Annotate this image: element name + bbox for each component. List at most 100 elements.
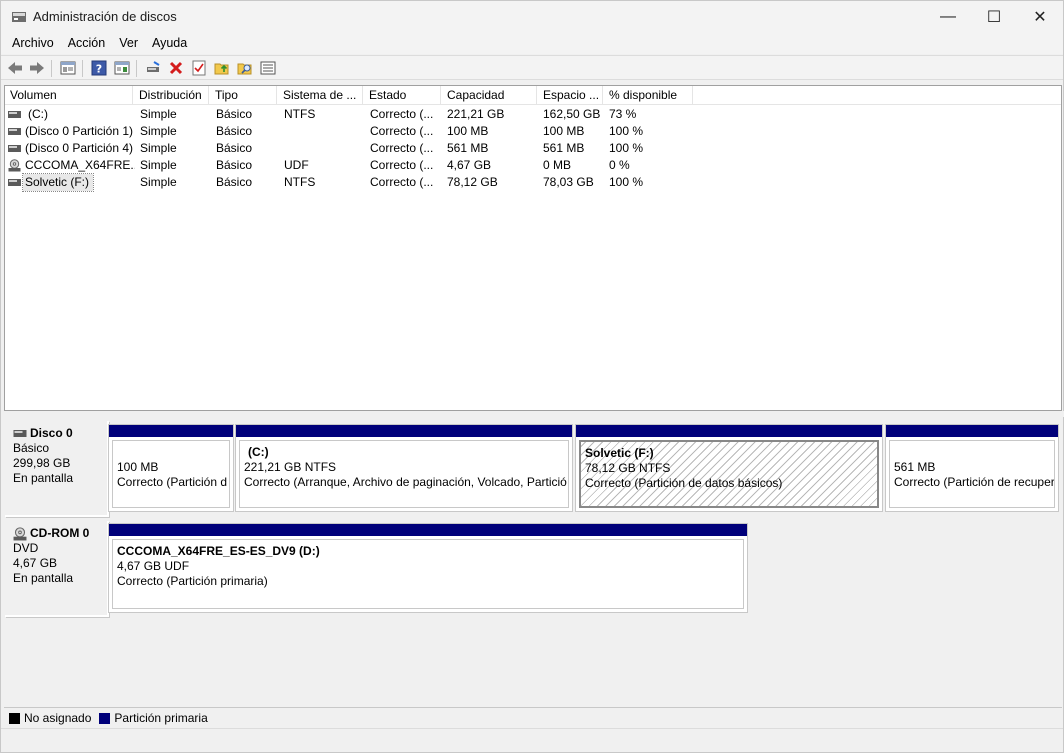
primary-partition-bar — [886, 425, 1058, 437]
hard-drive-icon — [8, 179, 21, 186]
legend-label: Partición primaria — [114, 711, 208, 725]
legend-label: No asignado — [24, 711, 92, 725]
status-bar — [1, 728, 1063, 752]
partition-info: (C:) 221,21 GB NTFS Correcto (Arranque, … — [239, 440, 569, 508]
cell-capacity: 78,12 GB — [447, 175, 498, 189]
hard-drive-icon — [8, 128, 21, 135]
column-header-tipo[interactable]: Tipo — [210, 86, 277, 105]
table-row[interactable]: CCCOMA_X64FRE... Simple Básico UDF Corre… — [5, 157, 705, 174]
cell-free-space: 78,03 GB — [543, 175, 594, 189]
cell-capacity: 100 MB — [447, 124, 489, 138]
hard-drive-icon — [8, 111, 21, 118]
delete-icon[interactable] — [167, 59, 185, 77]
console-tree-icon[interactable] — [59, 59, 77, 77]
partition-title — [894, 445, 1054, 460]
menu-bar: Archivo Acción Ver Ayuda — [1, 33, 1063, 54]
forward-arrow-icon[interactable] — [28, 59, 46, 77]
cell-status: Correcto (... — [370, 107, 434, 121]
partition-status: Correcto (Partición de datos básicos) — [585, 476, 783, 490]
window-title: Administración de discos — [33, 9, 177, 24]
primary-partition-bar — [109, 425, 233, 437]
show-hide-icon[interactable] — [113, 59, 131, 77]
table-row[interactable]: (C:) Simple Básico NTFS Correcto (... 22… — [5, 106, 705, 123]
legend: No asignado Partición primaria — [4, 707, 1062, 728]
menu-archivo[interactable]: Archivo — [5, 33, 61, 54]
title-bar: Administración de discos — ☐ ✕ — [1, 1, 1063, 33]
partition-c[interactable]: (C:) 221,21 GB NTFS Correcto (Arranque, … — [235, 424, 573, 512]
disk-0-label[interactable]: Disco 0 Básico 299,98 GB En pantalla — [5, 421, 109, 517]
properties-check-icon[interactable] — [190, 59, 208, 77]
primary-partition-bar — [109, 524, 747, 536]
cell-free-space: 100 MB — [543, 124, 585, 138]
cell-type: Básico — [216, 141, 253, 155]
disk-management-app-icon — [12, 12, 26, 22]
cell-percent-free: 73 % — [609, 107, 637, 121]
partition-size: 78,12 GB NTFS — [585, 461, 671, 475]
legend-swatch-unallocated — [9, 712, 20, 724]
cell-free-space: 561 MB — [543, 141, 585, 155]
menu-ayuda[interactable]: Ayuda — [145, 33, 194, 54]
cell-filesystem: UDF — [284, 158, 309, 172]
cell-volume: CCCOMA_X64FRE... — [25, 158, 135, 172]
disk-name: CD-ROM 0 — [30, 526, 90, 540]
cell-volume: (C:) — [28, 107, 48, 121]
toolbar: ? — [1, 55, 1063, 80]
volume-list[interactable]: Volumen Distribución Tipo Sistema de ...… — [4, 85, 1062, 411]
list-view-icon[interactable] — [259, 59, 277, 77]
disk-state: En pantalla — [13, 471, 74, 485]
cell-percent-free: 100 % — [609, 175, 644, 189]
cell-free-space: 162,50 GB — [543, 107, 601, 121]
cell-filesystem: NTFS — [284, 107, 316, 121]
column-header-porcentaje-disponible[interactable]: % disponible — [604, 86, 693, 105]
cell-type: Básico — [216, 107, 253, 121]
help-icon[interactable]: ? — [90, 59, 108, 77]
cd-drive-icon — [8, 159, 21, 172]
upload-folder-icon[interactable] — [213, 59, 231, 77]
cell-capacity: 4,67 GB — [447, 158, 492, 172]
svg-text:?: ? — [96, 63, 102, 76]
partition-solvetic-f[interactable]: Solvetic (F:) 78,12 GB NTFS Correcto (Pa… — [575, 424, 883, 512]
disk-state: En pantalla — [13, 571, 74, 585]
maximize-button[interactable]: ☐ — [971, 1, 1017, 33]
connect-drive-icon[interactable] — [144, 59, 162, 77]
partition-status: Correcto (Partición de recuper — [894, 475, 1055, 489]
legend-swatch-primary — [99, 712, 111, 724]
partition-disk0-4[interactable]: 561 MB Correcto (Partición de recuper — [885, 424, 1059, 512]
cell-status: Correcto (... — [370, 158, 434, 172]
search-folder-icon[interactable] — [236, 59, 254, 77]
column-header-estado[interactable]: Estado — [364, 86, 441, 105]
close-button[interactable]: ✕ — [1017, 1, 1063, 33]
partition-size: 4,67 GB UDF — [117, 559, 190, 573]
partition-status: Correcto (Partición primaria) — [117, 574, 268, 588]
column-header-sistema-archivos[interactable]: Sistema de ... — [278, 86, 363, 105]
partition-info: CCCOMA_X64FRE_ES-ES_DV9 (D:) 4,67 GB UDF… — [112, 539, 744, 609]
cell-percent-free: 100 % — [609, 141, 644, 155]
cell-layout: Simple — [140, 141, 177, 155]
partition-size: 100 MB — [117, 460, 159, 474]
menu-ver[interactable]: Ver — [112, 33, 145, 54]
table-row[interactable]: (Disco 0 Partición 4) Simple Básico Corr… — [5, 140, 705, 157]
column-header-distribucion[interactable]: Distribución — [134, 86, 209, 105]
cdrom-0-label[interactable]: CD-ROM 0 DVD 4,67 GB En pantalla — [5, 521, 109, 617]
disk-management-window: Administración de discos — ☐ ✕ Archivo A… — [0, 0, 1064, 753]
back-arrow-icon[interactable] — [6, 59, 24, 77]
column-header-capacidad[interactable]: Capacidad — [442, 86, 537, 105]
column-header-volumen[interactable]: Volumen — [5, 86, 133, 105]
primary-partition-bar — [236, 425, 572, 437]
table-row[interactable]: Solvetic (F:) Simple Básico NTFS Correct… — [5, 173, 705, 192]
disk-kind: Básico — [13, 441, 50, 455]
disk-name: Disco 0 — [30, 426, 73, 440]
table-row[interactable]: (Disco 0 Partición 1) Simple Básico Corr… — [5, 123, 705, 140]
cell-layout: Simple — [140, 124, 177, 138]
partition-cdrom-d[interactable]: CCCOMA_X64FRE_ES-ES_DV9 (D:) 4,67 GB UDF… — [108, 523, 748, 613]
menu-accion[interactable]: Acción — [61, 33, 113, 54]
cell-type: Básico — [216, 124, 253, 138]
cell-volume: (Disco 0 Partición 1) — [25, 124, 134, 138]
partition-disk0-1[interactable]: 100 MB Correcto (Partición d — [108, 424, 234, 512]
partition-title: Solvetic (F:) — [585, 446, 654, 460]
cell-capacity: 221,21 GB — [447, 107, 505, 121]
minimize-button[interactable]: — — [925, 1, 971, 33]
column-header-espacio-disponible[interactable]: Espacio ... — [538, 86, 603, 105]
cell-free-space: 0 MB — [543, 158, 572, 172]
cell-percent-free: 100 % — [609, 124, 644, 138]
